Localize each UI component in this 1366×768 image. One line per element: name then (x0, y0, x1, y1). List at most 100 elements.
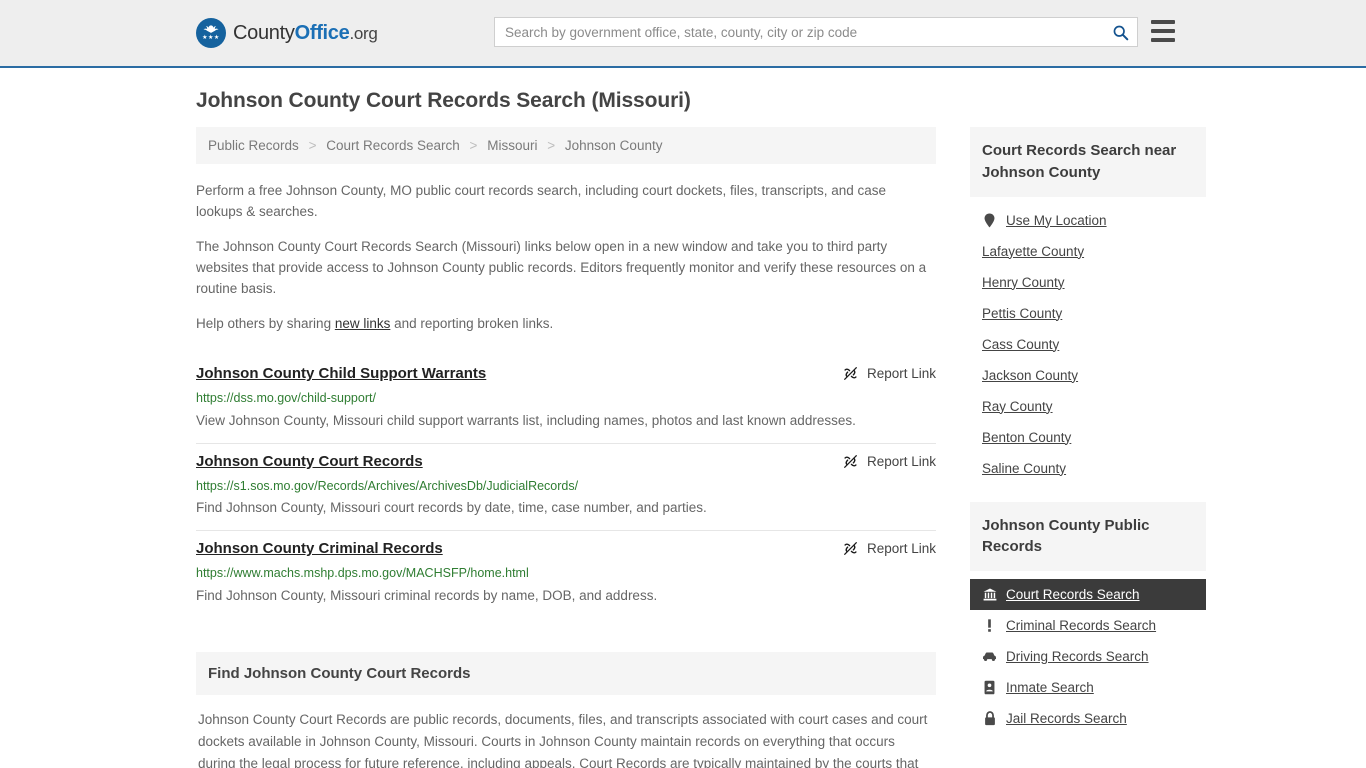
share-text-before: Help others by sharing (196, 315, 335, 331)
result-header: Johnson County Court Records Report Link (196, 452, 936, 472)
sidebar-item-benton-county[interactable]: Benton County (970, 422, 1206, 453)
site-header: ★★★ CountyOffice.org (0, 0, 1366, 68)
page-container: Johnson County Court Records Search (Mis… (0, 89, 1366, 768)
breadcrumb-item-public-records[interactable]: Public Records (208, 138, 299, 153)
result-url[interactable]: https://www.machs.mshp.dps.mo.gov/MACHSF… (196, 565, 936, 583)
result-item: Johnson County Criminal Records Report L… (196, 531, 936, 618)
sidebar-item-label[interactable]: Henry County (982, 275, 1065, 290)
sidebar-item-use-my-location[interactable]: Use My Location (970, 205, 1206, 236)
sidebar-item-label[interactable]: Jackson County (982, 368, 1078, 383)
result-url[interactable]: https://dss.mo.gov/child-support/ (196, 390, 936, 408)
result-title-link[interactable]: Johnson County Child Support Warrants (196, 364, 486, 384)
public-records-heading: Johnson County Public Records (970, 501, 1206, 571)
main-column: Public Records > Court Records Search > … (196, 127, 936, 768)
new-links-link[interactable]: new links (335, 316, 391, 331)
share-text-after: and reporting broken links. (390, 315, 554, 331)
search-icon (1113, 25, 1128, 40)
breadcrumb-separator: > (308, 138, 317, 153)
sidebar-item-label[interactable]: Criminal Records Search (1006, 618, 1156, 633)
sidebar-item-pettis-county[interactable]: Pettis County (970, 298, 1206, 329)
sidebar-item-driving-records-search[interactable]: Driving Records Search (970, 641, 1206, 672)
nearby-counties-list: Use My Location Lafayette County Henry C… (970, 197, 1206, 484)
report-link-label: Report Link (866, 365, 936, 381)
find-records-heading: Find Johnson County Court Records (196, 651, 936, 695)
sidebar-item-label[interactable]: Cass County (982, 337, 1059, 352)
logo-text-org: .org (349, 23, 378, 43)
result-header: Johnson County Child Support Warrants Re… (196, 364, 936, 384)
hamburger-bar (1151, 38, 1175, 42)
results-list: Johnson County Child Support Warrants Re… (196, 356, 936, 618)
intro-paragraph-1: Perform a free Johnson County, MO public… (196, 183, 887, 220)
sidebar-item-jail-records-search[interactable]: Jail Records Search (970, 703, 1206, 734)
logo-text-office: Office (294, 21, 350, 44)
exclamation-icon (982, 618, 997, 633)
find-records-section: Find Johnson County Court Records Johnso… (196, 651, 936, 768)
intro-paragraph-2: The Johnson County Court Records Search … (196, 238, 927, 297)
breadcrumb-separator: > (469, 138, 478, 153)
three-stars-icon: ★★★ (202, 35, 220, 41)
breadcrumb: Public Records > Court Records Search > … (196, 127, 936, 164)
sidebar-item-court-records-search[interactable]: Court Records Search (970, 579, 1206, 610)
page-title: Johnson County Court Records Search (Mis… (196, 89, 691, 112)
sidebar-item-criminal-records-search[interactable]: Criminal Records Search (970, 610, 1206, 641)
nearby-counties-panel: Court Records Search near Johnson County… (970, 127, 1206, 484)
search-bar[interactable] (494, 17, 1138, 47)
result-header: Johnson County Criminal Records Report L… (196, 539, 936, 559)
sidebar-item-henry-county[interactable]: Henry County (970, 267, 1206, 298)
intro-paragraph-3: Help others by sharing new links and rep… (196, 313, 936, 334)
sidebar-item-label[interactable]: Use My Location (1006, 213, 1107, 228)
result-item: Johnson County Court Records Report Link… (196, 444, 936, 532)
sidebar-item-cass-county[interactable]: Cass County (970, 329, 1206, 360)
search-button[interactable] (1103, 18, 1137, 46)
content-columns: Public Records > Court Records Search > … (196, 127, 1206, 768)
result-title-link[interactable]: Johnson County Criminal Records (196, 539, 443, 559)
sidebar-item-label[interactable]: Jail Records Search (1006, 711, 1127, 726)
sidebar-item-label[interactable]: Benton County (982, 430, 1071, 445)
logo-text-county: County (233, 21, 295, 44)
search-input[interactable] (495, 18, 1103, 46)
report-link-label: Report Link (866, 541, 936, 557)
sidebar-item-label[interactable]: Ray County (982, 399, 1053, 414)
sidebar-item-ray-county[interactable]: Ray County (970, 391, 1206, 422)
hamburger-bar (1151, 29, 1175, 33)
result-item: Johnson County Child Support Warrants Re… (196, 356, 936, 444)
find-records-body: Johnson County Court Records are public … (198, 711, 928, 768)
sidebar: Court Records Search near Johnson County… (970, 127, 1206, 752)
breadcrumb-item-missouri[interactable]: Missouri (487, 138, 537, 153)
sidebar-item-label[interactable]: Saline County (982, 461, 1066, 476)
courthouse-icon (982, 588, 997, 601)
nearby-counties-heading: Court Records Search near Johnson County (970, 127, 1206, 197)
broken-link-icon (844, 454, 857, 468)
id-badge-icon (982, 680, 997, 695)
site-logo[interactable]: ★★★ CountyOffice.org (196, 18, 378, 48)
intro-text: Perform a free Johnson County, MO public… (196, 180, 936, 334)
lock-icon (982, 711, 997, 726)
sidebar-item-inmate-search[interactable]: Inmate Search (970, 672, 1206, 703)
sidebar-item-jackson-county[interactable]: Jackson County (970, 360, 1206, 391)
public-records-panel: Johnson County Public Records Court Reco… (970, 501, 1206, 735)
sidebar-item-label[interactable]: Pettis County (982, 306, 1062, 321)
sidebar-item-label[interactable]: Driving Records Search (1006, 649, 1149, 664)
result-description: Find Johnson County, Missouri court reco… (196, 500, 707, 516)
result-description: Find Johnson County, Missouri criminal r… (196, 587, 658, 603)
broken-link-icon (844, 367, 857, 380)
car-icon (982, 651, 997, 662)
result-title-link[interactable]: Johnson County Court Records (196, 452, 423, 472)
report-link-button[interactable]: Report Link (842, 453, 936, 470)
broken-link-icon (844, 542, 857, 556)
sidebar-item-label[interactable]: Inmate Search (1006, 680, 1094, 695)
map-pin-icon (982, 213, 997, 228)
breadcrumb-separator: > (547, 138, 556, 153)
report-link-label: Report Link (866, 453, 936, 469)
report-link-button[interactable]: Report Link (842, 365, 936, 382)
sidebar-item-label[interactable]: Lafayette County (982, 244, 1084, 259)
hamburger-menu-icon[interactable] (1151, 20, 1175, 42)
result-url[interactable]: https://s1.sos.mo.gov/Records/Archives/A… (196, 478, 936, 496)
sidebar-item-saline-county[interactable]: Saline County (970, 453, 1206, 484)
logo-text: CountyOffice.org (233, 22, 378, 45)
sidebar-item-label[interactable]: Court Records Search (1006, 587, 1140, 602)
report-link-button[interactable]: Report Link (842, 540, 936, 557)
breadcrumb-item-johnson-county[interactable]: Johnson County (565, 138, 663, 153)
sidebar-item-lafayette-county[interactable]: Lafayette County (970, 236, 1206, 267)
breadcrumb-item-court-records-search[interactable]: Court Records Search (326, 138, 460, 153)
